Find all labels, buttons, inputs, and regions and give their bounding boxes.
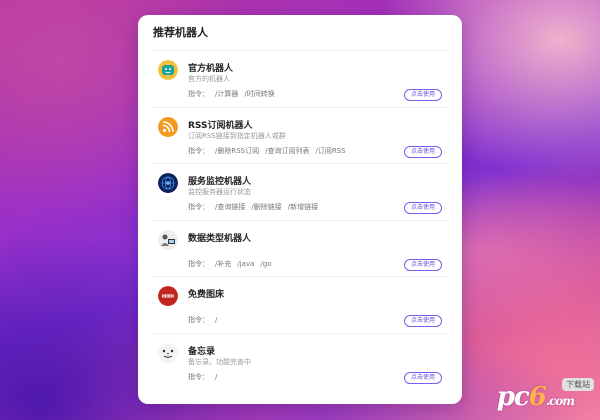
bot-commands: 指令： / xyxy=(188,315,217,325)
bot-item-official: 官方机器人 官方的机器人 指令： /计算器/时间转换 点击使用 xyxy=(152,51,448,108)
use-bot-button[interactable]: 点击使用 xyxy=(403,89,442,101)
bot-name: 免费图床 xyxy=(188,290,225,301)
use-bot-button[interactable]: 点击使用 xyxy=(403,258,442,271)
globe-icon xyxy=(158,173,178,194)
bot-description: 官方的机器人 xyxy=(188,75,230,83)
command: /删除RSS订阅 xyxy=(215,146,260,155)
use-bot-button[interactable]: 点击使用 xyxy=(403,202,442,215)
robot-face-icon xyxy=(158,60,178,80)
rss-icon xyxy=(158,116,178,137)
bot-name: 备忘录 xyxy=(188,346,216,357)
bot-commands: 指令： /删除RSS订阅/查询订阅列表/订阅RSS xyxy=(188,146,346,156)
command: /时间转换 xyxy=(244,90,275,98)
bot-name: 服务监控机器人 xyxy=(188,177,252,188)
use-bot-button[interactable]: 点击使用 xyxy=(403,315,442,328)
bot-commands: 指令： / xyxy=(188,372,217,382)
commands-label: 指令： xyxy=(188,90,209,98)
bot-commands: 指令： /查询链接/删除链接/新增链接 xyxy=(188,202,318,212)
commands-label: 指令： xyxy=(188,203,209,212)
bot-name: 数据类型机器人 xyxy=(188,233,252,244)
bot-item-rss: RSS订阅机器人 订阅RSS链接到指定机器人或群 指令： /删除RSS订阅/查询订… xyxy=(152,108,448,165)
logo-part: 6 xyxy=(528,382,547,412)
bot-commands: 指令： /补充/java/go xyxy=(188,259,271,269)
command: / xyxy=(215,316,218,325)
bot-name: RSS订阅机器人 xyxy=(188,120,253,131)
command: /查询链接 xyxy=(215,203,246,212)
bot-description: 订阅RSS链接到指定机器人或群 xyxy=(188,131,286,140)
site-watermark: 下载站 pc6.com xyxy=(494,378,594,414)
recommended-bots-panel: 推荐机器人 官方机器人 官方的机器人 指令： /计算器/时间转换 点击使用 RSS… xyxy=(138,15,462,404)
commands-label: 指令： xyxy=(188,372,209,381)
command: /go xyxy=(260,259,272,268)
command: / xyxy=(215,372,218,381)
bot-description: 备忘录。功能完善中 xyxy=(188,357,251,366)
person-computer-icon xyxy=(158,229,178,250)
logo-part: .com xyxy=(545,394,575,408)
commands-label: 指令： xyxy=(188,146,209,155)
bot-item-memo: 备忘录 备忘录。功能完善中 指令： / 点击使用 xyxy=(152,334,448,391)
bot-item-image-host: 免费图床 指令： / 点击使用 xyxy=(152,277,448,334)
command: /查询订阅列表 xyxy=(265,146,310,155)
command: /计算器 xyxy=(215,90,239,98)
bot-description: 监控服务器运行状态 xyxy=(188,188,251,197)
command: /删除链接 xyxy=(251,203,282,212)
use-bot-button[interactable]: 点击使用 xyxy=(403,371,442,384)
panel-title: 推荐机器人 xyxy=(152,15,448,51)
image-host-icon xyxy=(158,286,178,307)
bot-commands: 指令： /计算器/时间转换 xyxy=(188,89,275,99)
memo-icon xyxy=(158,342,178,363)
bot-item-data-types: 数据类型机器人 指令： /补充/java/go 点击使用 xyxy=(152,221,448,278)
watermark-logo: pc6.com xyxy=(496,382,575,414)
command: /补充 xyxy=(215,259,232,268)
logo-part: pc xyxy=(496,382,530,412)
bot-name: 官方机器人 xyxy=(188,64,234,74)
use-bot-button[interactable]: 点击使用 xyxy=(403,145,442,158)
command: /订阅RSS xyxy=(315,146,346,155)
bot-item-server-monitor: 服务监控机器人 监控服务器运行状态 指令： /查询链接/删除链接/新增链接 点击使… xyxy=(152,164,448,221)
commands-label: 指令： xyxy=(188,259,209,268)
commands-label: 指令： xyxy=(188,316,209,325)
command: /java xyxy=(237,259,255,268)
command: /新增链接 xyxy=(287,203,319,212)
